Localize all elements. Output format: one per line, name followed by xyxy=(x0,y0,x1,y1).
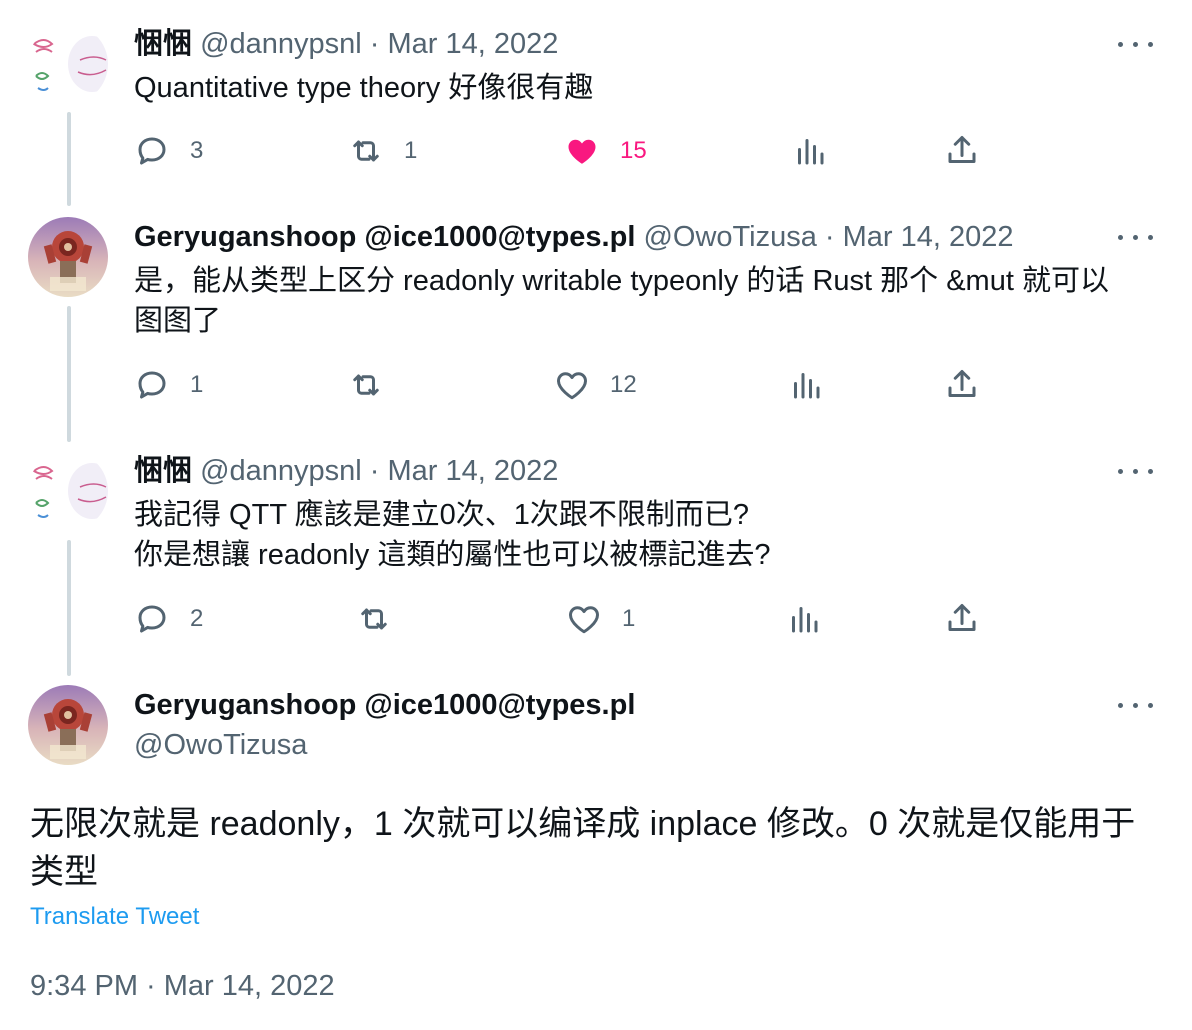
retweet-icon xyxy=(361,608,387,630)
reply-icon xyxy=(138,605,166,633)
views-button[interactable] xyxy=(786,599,822,639)
tweet-text-line: 是，能从类型上区分 readonly writable typeonly 的话 … xyxy=(134,265,1109,297)
tweet[interactable]: 悃悃 @dannypsnl · Mar 14, 2022 我記得 QTT 應該是… xyxy=(0,451,1192,651)
tweet[interactable]: Geryuganshoop @ice1000@types.pl @OwoTizu… xyxy=(0,217,1192,417)
display-name[interactable]: 悃悃 xyxy=(134,28,192,60)
tweet-actions: 1 12 xyxy=(134,365,994,405)
more-options-icon[interactable] xyxy=(1116,693,1156,717)
handle-and-date[interactable]: @dannypsnl · Mar 14, 2022 xyxy=(200,28,558,60)
share-icon xyxy=(948,370,976,397)
reply-count: 3 xyxy=(190,137,204,164)
analytics-icon xyxy=(792,607,818,633)
more-options-icon[interactable] xyxy=(1116,459,1156,483)
tweet-text-line: 你是想讓 readonly 這類的屬性也可以被標記進去? xyxy=(134,539,771,571)
reply-icon xyxy=(138,137,166,165)
avatar[interactable] xyxy=(28,217,108,297)
reply-button[interactable]: 1 xyxy=(134,365,203,405)
share-button[interactable] xyxy=(944,599,980,639)
handle-and-date[interactable]: @OwoTizusa · Mar 14, 2022 xyxy=(643,221,1013,253)
display-name[interactable]: 悃悃 xyxy=(134,455,192,487)
analytics-icon xyxy=(794,373,820,399)
share-button[interactable] xyxy=(944,131,980,171)
heart-icon xyxy=(569,606,599,634)
tweet-header: 悃悃 @dannypsnl · Mar 14, 2022 xyxy=(134,451,558,491)
main-tweet: Geryuganshoop @ice1000@types.pl @OwoTizu… xyxy=(0,685,1192,775)
like-count: 1 xyxy=(622,605,636,632)
tweet-actions: 2 1 xyxy=(134,599,994,639)
heart-icon xyxy=(568,139,596,164)
retweet-button[interactable] xyxy=(356,599,412,639)
heart-icon xyxy=(557,372,587,400)
tweet-text: Quantitative type theory 好像很有趣 xyxy=(134,68,593,108)
tweet-text: 我記得 QTT 應該是建立0次、1次跟不限制而已? 你是想讓 readonly … xyxy=(134,495,771,575)
tweet-text-line: 无限次就是 readonly，1 次就可以编译成 inplace 修改。0 次就… xyxy=(30,805,1136,843)
display-name[interactable]: Geryuganshoop @ice1000@types.pl xyxy=(134,685,635,725)
like-count: 15 xyxy=(620,137,647,164)
avatar[interactable] xyxy=(28,24,108,104)
like-button[interactable]: 15 xyxy=(564,131,647,171)
display-name[interactable]: Geryuganshoop @ice1000@types.pl xyxy=(134,221,635,253)
tweet-text: 是，能从类型上区分 readonly writable typeonly 的话 … xyxy=(134,261,1109,341)
avatar[interactable] xyxy=(28,685,108,765)
reply-button[interactable]: 2 xyxy=(134,599,203,639)
retweet-icon xyxy=(353,140,379,162)
retweet-button[interactable] xyxy=(348,365,404,405)
like-count: 12 xyxy=(610,371,637,398)
tweet-actions: 3 1 15 xyxy=(134,131,994,171)
share-button[interactable] xyxy=(944,365,980,405)
tweet[interactable]: 悃悃 @dannypsnl · Mar 14, 2022 Quantitativ… xyxy=(0,24,1192,194)
reply-count: 2 xyxy=(190,605,204,632)
tweet-header: Geryuganshoop @ice1000@types.pl @OwoTizu… xyxy=(134,217,1014,257)
like-button[interactable]: 1 xyxy=(566,599,635,639)
analytics-icon xyxy=(798,139,824,165)
tweet-text-line: 类型 xyxy=(30,853,98,891)
tweet-text-line: 我記得 QTT 應該是建立0次、1次跟不限制而已? xyxy=(134,499,749,531)
views-button[interactable] xyxy=(792,131,828,171)
more-options-icon[interactable] xyxy=(1116,32,1156,56)
share-icon xyxy=(948,604,976,631)
tweet-timestamp[interactable]: 9:34 PM · Mar 14, 2022 xyxy=(30,970,335,1003)
handle-and-date[interactable]: @dannypsnl · Mar 14, 2022 xyxy=(200,455,558,487)
more-options-icon[interactable] xyxy=(1116,225,1156,249)
reply-button[interactable]: 3 xyxy=(134,131,203,171)
views-button[interactable] xyxy=(788,365,824,405)
reply-icon xyxy=(138,371,166,399)
tweet-header: 悃悃 @dannypsnl · Mar 14, 2022 xyxy=(134,24,558,64)
reply-count: 1 xyxy=(190,371,204,398)
main-tweet-text: 无限次就是 readonly，1 次就可以编译成 inplace 修改。0 次就… xyxy=(30,800,1135,896)
share-icon xyxy=(948,136,976,163)
tweet-text-line: 图图了 xyxy=(134,305,222,337)
tweet-header: Geryuganshoop @ice1000@types.pl @OwoTizu… xyxy=(134,685,635,765)
retweet-icon xyxy=(353,374,379,396)
avatar[interactable] xyxy=(28,451,108,531)
translate-tweet-link[interactable]: Translate Tweet xyxy=(30,903,199,931)
handle[interactable]: @OwoTizusa xyxy=(134,725,635,765)
retweet-count: 1 xyxy=(404,137,418,164)
retweet-button[interactable]: 1 xyxy=(348,131,417,171)
like-button[interactable]: 12 xyxy=(554,365,637,405)
tweet-text-line: Quantitative type theory 好像很有趣 xyxy=(134,72,594,104)
